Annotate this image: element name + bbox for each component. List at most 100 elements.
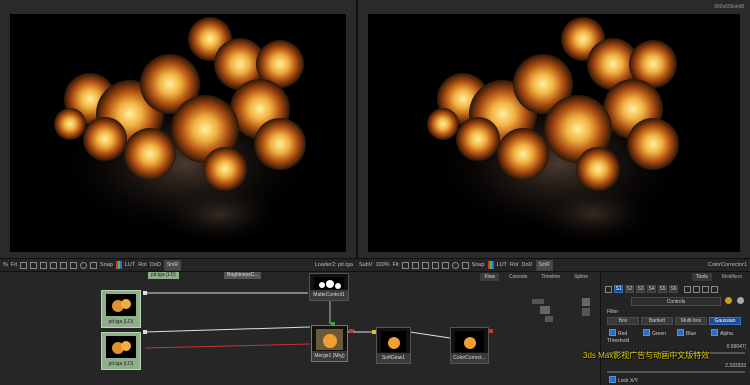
checkbox-alpha[interactable]: Alpha: [711, 329, 733, 337]
zoom-display[interactable]: %: [3, 262, 8, 268]
reset-icon[interactable]: [702, 285, 709, 293]
polyline-tool-icon[interactable]: [20, 261, 28, 269]
paint-tool-icon[interactable]: [50, 261, 58, 269]
explosion-image-left: [54, 17, 306, 244]
flow-editor[interactable]: Flow Console Timeline Spline pit.tga (LD…: [0, 272, 600, 385]
channel-s1[interactable]: S1: [614, 285, 623, 293]
lut-button[interactable]: LUT: [497, 262, 507, 268]
checkbox-blue[interactable]: Blue: [677, 329, 696, 337]
snap-button[interactable]: Snap: [472, 262, 485, 268]
filter-multibox[interactable]: Multi-box: [675, 317, 707, 325]
second-slider[interactable]: [607, 371, 745, 373]
close-icon[interactable]: [711, 285, 718, 293]
line-tool-icon[interactable]: [431, 261, 439, 269]
merge-node[interactable]: Merge1 (Mrg): [311, 325, 348, 362]
viewer-left-title: Loader2: pit.tga: [314, 262, 353, 268]
line-tool-icon[interactable]: [60, 261, 68, 269]
loader-b-label: pit.tga (LD): [102, 359, 140, 369]
port-green[interactable]: [331, 322, 335, 326]
settings-icon[interactable]: [725, 297, 732, 304]
checkbox-red-label: Red: [618, 331, 628, 337]
roi-button[interactable]: RoI: [138, 262, 147, 268]
channel-color-icon[interactable]: [487, 261, 494, 269]
text-tool-icon[interactable]: [461, 261, 469, 269]
threshold-value[interactable]: 0.99047¦: [727, 344, 746, 350]
snap-button[interactable]: Snap: [100, 262, 113, 268]
channel-s3[interactable]: S3: [636, 285, 645, 293]
viewer-left-toolbar: % Fit Snap LUT RoI DoD SmR Loader2: pit.…: [0, 258, 356, 272]
port-red[interactable]: [489, 329, 493, 333]
channel-s5[interactable]: S5: [658, 285, 667, 293]
fit-button[interactable]: Fit: [11, 262, 17, 268]
merge-label: Merge1 (Mrg): [312, 351, 347, 361]
port-red[interactable]: [349, 329, 353, 333]
lock-icon[interactable]: [693, 285, 700, 293]
softglow-node[interactable]: SoftGlow1: [376, 327, 411, 364]
dod-button[interactable]: DoD: [150, 262, 161, 268]
polyline-tool-icon[interactable]: [401, 261, 409, 269]
tab-modifiers[interactable]: Modifiers: [718, 273, 746, 281]
port-yellow[interactable]: [372, 330, 376, 334]
filter-gaussian[interactable]: Gaussian: [709, 317, 741, 325]
filter-bartlett[interactable]: Bartlett: [641, 317, 673, 325]
zoom-display[interactable]: 100%: [375, 262, 389, 268]
subv-button[interactable]: SubV: [359, 262, 372, 268]
loader-b-node[interactable]: pit.tga (LD): [101, 332, 141, 370]
checkbox-red[interactable]: Red: [609, 329, 627, 337]
channel-s4[interactable]: S4: [647, 285, 656, 293]
ellipse-tool-icon[interactable]: [451, 261, 459, 269]
viewer-right-toolbar: SubV 100% Fit Snap LUT RoI DoD SmR Color…: [356, 258, 750, 272]
bitmap-tool-icon[interactable]: [40, 261, 48, 269]
channel-s6[interactable]: S6: [669, 285, 678, 293]
bspline-tool-icon[interactable]: [30, 261, 38, 269]
brightness-label[interactable]: BrightnessC...: [224, 272, 262, 279]
second-value[interactable]: 2.333333: [725, 363, 746, 369]
bspline-tool-icon[interactable]: [411, 261, 419, 269]
fit-button[interactable]: Fit: [393, 262, 399, 268]
pin-icon[interactable]: [684, 285, 691, 293]
channel-s2[interactable]: S2: [625, 285, 634, 293]
matte-control-node[interactable]: MatteControl1: [309, 273, 349, 301]
loader-a-label: pit.tga (LD): [102, 317, 140, 327]
controls-panel: Tools Modifiers S1 S2 S3 S4 S5 S6 Contro…: [600, 272, 750, 385]
colorcorrector-label: ColorCorrect...: [451, 353, 488, 363]
viewer-right[interactable]: 900x506xint8: [356, 0, 750, 258]
checkbox-alpha-label: Alpha: [720, 331, 733, 337]
port-square[interactable]: [143, 330, 147, 334]
checkbox-green-label: Green: [652, 331, 666, 337]
top-pit-label[interactable]: pit.tga (LD): [148, 272, 179, 279]
matte-thumbnail: [314, 277, 344, 289]
resolution-label: 900x506xint8: [714, 4, 744, 10]
paint-tool-icon[interactable]: [421, 261, 429, 269]
viewer-right-canvas[interactable]: [368, 14, 740, 252]
channel-toggle-icon[interactable]: [605, 285, 612, 293]
filter-box[interactable]: Box: [607, 317, 639, 325]
threshold-label: Threshold: [607, 338, 630, 344]
tab-tools[interactable]: Tools: [692, 273, 712, 281]
explosion-image-right: [427, 17, 679, 244]
port-square[interactable]: [143, 291, 147, 295]
lock-xy-checkbox[interactable]: Lock X/Y: [609, 376, 638, 384]
smr-button[interactable]: SmR: [163, 259, 181, 271]
viewer-left-canvas[interactable]: [10, 14, 346, 252]
lut-button[interactable]: LUT: [125, 262, 135, 268]
rect-tool-icon[interactable]: [441, 261, 449, 269]
controls-section-header[interactable]: Controls: [631, 297, 721, 306]
roi-button[interactable]: RoI: [510, 262, 519, 268]
loader-a-node[interactable]: pit.tga (LD): [101, 290, 141, 328]
rect-tool-icon[interactable]: [70, 261, 78, 269]
colorcorrector-node[interactable]: ColorCorrect...: [450, 327, 489, 364]
ellipse-tool-icon[interactable]: [80, 261, 88, 269]
channel-color-icon[interactable]: [115, 261, 122, 269]
loader-a-thumbnail: [106, 294, 136, 316]
loader-b-thumbnail: [106, 336, 136, 358]
smr-button[interactable]: SmR: [535, 259, 553, 271]
colorcorrector-thumbnail: [455, 331, 484, 352]
viewer-left[interactable]: [0, 0, 356, 258]
panel-tabs: Tools Modifiers: [692, 273, 746, 281]
dod-button[interactable]: DoD: [521, 262, 532, 268]
watermark: 3ds Max影视广告与动画中文版特效: [583, 351, 710, 360]
text-tool-icon[interactable]: [90, 261, 98, 269]
globe-icon[interactable]: [737, 297, 744, 304]
checkbox-green[interactable]: Green: [643, 329, 666, 337]
